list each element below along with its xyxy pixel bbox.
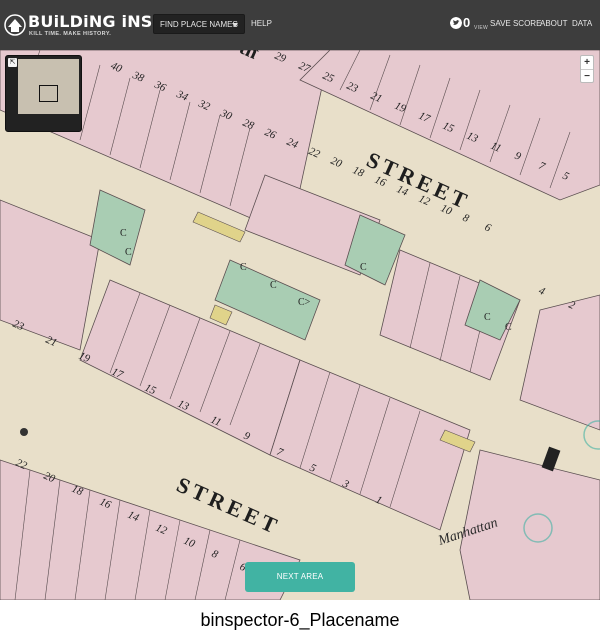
about-link[interactable]: ABOUT [540,19,568,28]
minimap-viewport-frame[interactable] [39,85,58,102]
app-tagline: KILL TIME. MAKE HISTORY. [29,31,112,37]
chevron-down-icon [232,23,238,27]
minimap-toggle-icon[interactable]: ⇱ [8,58,17,67]
minimap[interactable]: ⇱ [5,55,82,132]
zoom-controls: + − [580,55,594,83]
building-mark: C [360,262,367,273]
building-mark: C> [298,297,311,308]
image-caption: binspector-6_Placename [200,610,400,630]
task-dropdown-label: FIND PLACE NAMES [160,20,238,29]
score-value: 0 [463,15,471,30]
top-navbar: BUiLDiNG iNSPECTOR KILL TIME. MAKE HISTO… [0,0,600,50]
data-link[interactable]: DATA [572,19,592,28]
zoom-in-button[interactable]: + [581,56,593,69]
app-logo[interactable]: BUiLDiNG iNSPECTOR KILL TIME. MAKE HISTO… [4,10,225,40]
task-dropdown[interactable]: FIND PLACE NAMES [153,14,245,34]
score-label: VIEW [474,25,488,31]
building-mark: C [505,322,512,333]
building-logo-icon [4,14,26,36]
next-area-button[interactable]: NEXT AREA [245,562,355,592]
help-link[interactable]: HELP [251,19,272,28]
save-score-link[interactable]: SAVE SCORE [490,19,541,28]
twitter-icon[interactable] [450,17,462,29]
building-mark: C [484,312,491,323]
building-mark: C [120,228,127,239]
zoom-out-button[interactable]: − [581,69,593,83]
historic-map[interactable]: STREET STREET th Manhattan 4038363432302… [0,50,600,600]
building-mark: C [270,280,277,291]
building-mark: C [240,262,247,273]
building-mark: C [125,247,132,258]
map-viewport[interactable]: STREET STREET th Manhattan 40 38 36 34 32 30 2… [0,50,600,600]
map-dot [20,428,28,436]
